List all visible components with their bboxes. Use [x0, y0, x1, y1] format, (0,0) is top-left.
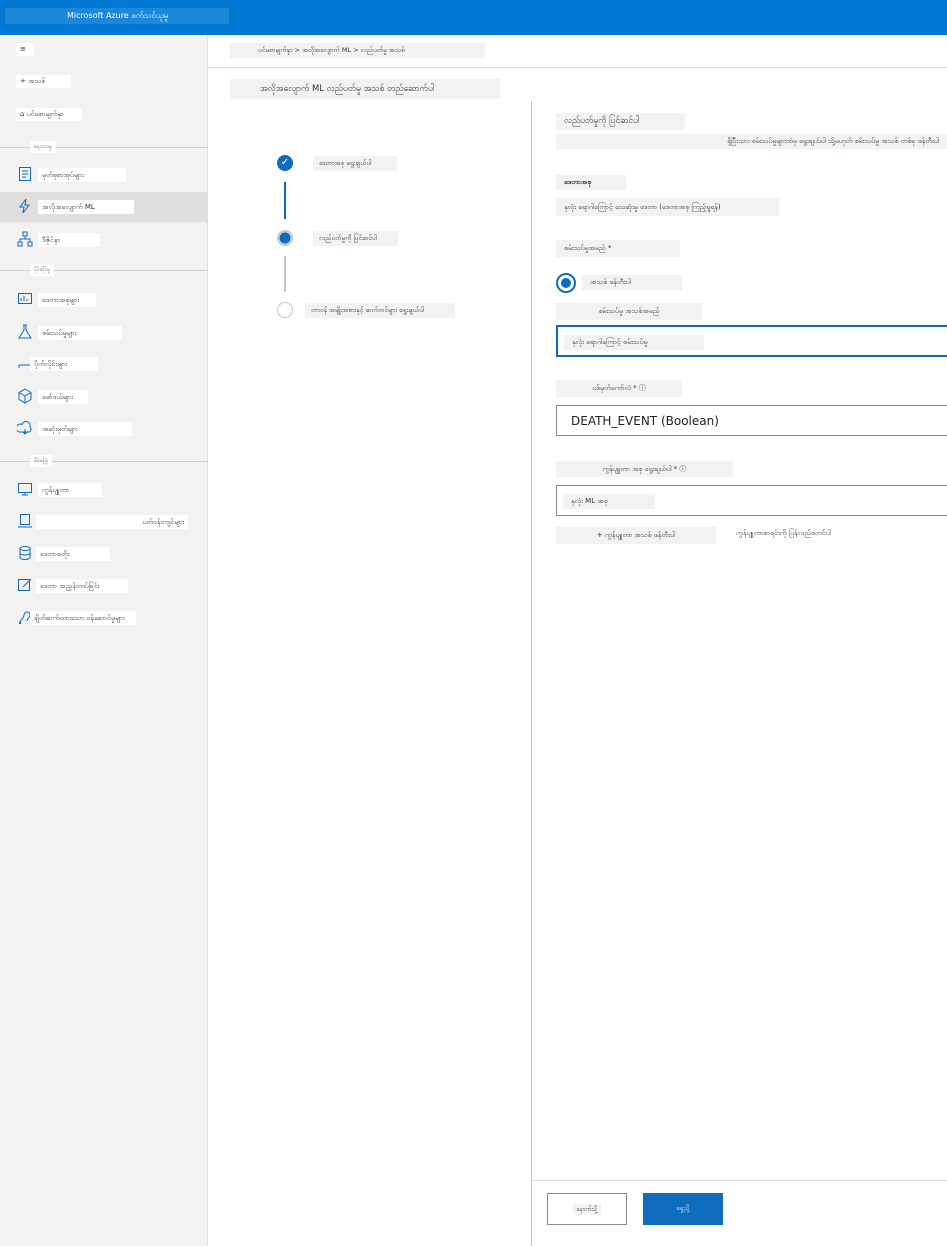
step-2-label[interactable]: လည်ပတ်မှုကို ပြင်ဆင်ပါ: [313, 231, 398, 246]
section-author: ရေးသားမှု: [0, 141, 207, 153]
footer-divider: [532, 1180, 947, 1181]
sidebar-item-label: ဒေတာစတိုး: [36, 547, 110, 561]
sidebar-item-designer[interactable]: ဒီဇိုင်နာ: [0, 225, 207, 255]
create-compute-link[interactable]: + ကွန်ပျူတာ အသစ် ဖန်တီးပါ: [556, 527, 716, 544]
next-button[interactable]: ရှေ့သို့: [643, 1193, 723, 1225]
dataset-link[interactable]: နှလုံး ရောဂါကြောင့် သေဆုံးမှု ဒေတာ (ဒေတာ…: [556, 198, 779, 216]
sidebar-item-label: ဒီဇိုင်နာ: [38, 233, 100, 247]
compute-cluster-label: ကွန်ပျူတာ အစု ရွေးချယ်ပါ * ⓘ: [556, 461, 733, 477]
designer-hierarchy-icon: [16, 231, 34, 249]
step-3-label[interactable]: တာဝန် အမျိုးအစားနှင့် ဆက်တင်များ ရွေးချယ…: [305, 303, 455, 318]
sidebar-item-label: အဆုံးမှတ်များ: [38, 422, 132, 436]
sidebar-item-label: ဒေတာအစုများ: [38, 293, 96, 307]
sidebar-item-label: ချိတ်ဆက်ထားသော ဝန်ဆောင်မှုများ: [30, 611, 136, 625]
sidebar-item-label: မော်ဒယ်များ: [38, 390, 88, 404]
sidebar: ≡ + အသစ် ⌂ ပင်မစာမျက်နှာ ရေးသားမှု မှတ်စ…: [0, 35, 208, 1246]
page-title: အလိုအလျောက် ML လည်ပတ်မှု အသစ် တည်ဆောက်ပါ: [230, 79, 500, 99]
sidebar-item-label: ဒေတာ အညွှန်းတပ်ခြင်း: [36, 579, 128, 593]
datasets-icon: [16, 291, 34, 309]
experiment-name-label: စမ်းသပ်မှုအမည် *: [556, 240, 680, 257]
sidebar-item-compute[interactable]: ကွန်ပျူတာ: [0, 475, 207, 505]
back-button[interactable]: နောက်သို့: [547, 1193, 627, 1225]
form-heading: လည်ပတ်မှုကို ပြင်ဆင်ပါ: [556, 113, 685, 130]
refresh-compute-link[interactable]: ကွန်ပျူတာစာရင်းကို ပြန်လည်စတင်ပါ: [728, 525, 862, 542]
compute-cluster-value: နှလုံး ML အစု: [563, 494, 655, 509]
experiment-name-input[interactable]: နှလုံး ရောဂါကြောင့် စမ်းသပ်မှု: [556, 325, 947, 357]
step-1-label[interactable]: ဒေတာအစု ရွေးချယ်ပါ: [313, 156, 397, 171]
form-description: ရှိပြီးသား စမ်းသပ်မှုများထဲမှ ရွေးချယ်ပါ…: [556, 134, 947, 149]
breadcrumb[interactable]: ပင်မစာမျက်နှာ > အလိုအလျောက် ML > လည်ပတ်မ…: [230, 43, 485, 58]
compute-cluster-dropdown[interactable]: နှလုံး ML အစု: [556, 485, 947, 516]
panel-divider: [531, 101, 532, 1246]
hamburger-menu-button[interactable]: ≡: [16, 43, 34, 56]
sidebar-item-automl[interactable]: အလိုအလျောက် ML: [0, 192, 207, 222]
sidebar-item-label: စမ်းသပ်မှုများ: [38, 326, 122, 340]
top-bar: Microsoft Azure စက်သင်ယူမှု: [0, 0, 947, 35]
sidebar-item-datasets[interactable]: ဒေတာအစုများ: [0, 285, 207, 315]
step-pending-indicator: [277, 302, 293, 318]
labeling-edit-icon: [16, 577, 34, 595]
notebook-icon: [16, 166, 34, 184]
experiment-name-value: နှလုံး ရောဂါကြောင့် စမ်းသပ်မှု: [564, 335, 704, 350]
sidebar-item-label: မှတ်စုစာအုပ်များ: [38, 168, 126, 182]
sidebar-item-data-labeling[interactable]: ဒေတာ အညွှန်းတပ်ခြင်း: [0, 571, 207, 601]
create-new-radio[interactable]: [556, 273, 576, 293]
sidebar-item-endpoints[interactable]: အဆုံးမှတ်များ: [0, 414, 207, 444]
sidebar-item-label: ပိုက်လိုင်းများ: [30, 357, 98, 371]
dataset-label: ဒေတာအစု: [556, 175, 626, 190]
step-connector: [284, 256, 286, 292]
step-current-indicator: [277, 230, 293, 246]
sidebar-item-models[interactable]: မော်ဒယ်များ: [0, 382, 207, 412]
endpoints-icon: [15, 420, 34, 438]
new-experiment-name-label: စမ်းသပ်မှု အသစ်အမည်: [556, 303, 702, 320]
section-manage: စီမံခန့်ခွဲ: [0, 455, 207, 467]
sidebar-item-notebooks[interactable]: မှတ်စုစာအုပ်များ: [0, 160, 207, 190]
step-done-check-icon: ✓: [277, 155, 293, 171]
environments-icon: [16, 513, 34, 531]
compute-monitor-icon: [16, 481, 34, 499]
new-button[interactable]: + အသစ်: [16, 75, 71, 88]
sidebar-item-linked-services[interactable]: ချိတ်ဆက်ထားသော ဝန်ဆောင်မှုများ: [0, 603, 207, 633]
back-button-label: နောက်သို့: [572, 1204, 602, 1215]
sidebar-item-datastores[interactable]: ဒေတာစတိုး: [0, 539, 207, 569]
sidebar-item-pipelines[interactable]: ပိုက်လိုင်းများ: [0, 349, 207, 379]
section-assets: ပိုင်ဆိုင်မှု: [0, 264, 207, 276]
home-link[interactable]: ⌂ ပင်မစာမျက်နှာ: [16, 108, 82, 121]
automl-lightning-icon: [16, 198, 34, 216]
app-title[interactable]: Microsoft Azure စက်သင်ယူမှု: [5, 8, 229, 24]
datastore-icon: [16, 545, 34, 563]
target-column-value: DEATH_EVENT (Boolean): [571, 414, 719, 428]
experiments-flask-icon: [16, 324, 34, 342]
target-column-dropdown[interactable]: DEATH_EVENT (Boolean): [556, 405, 947, 436]
sidebar-item-experiments[interactable]: စမ်းသပ်မှုများ: [0, 318, 207, 348]
create-new-radio-label: အသစ် ဖန်တီးပါ: [582, 275, 682, 290]
target-column-label: ပစ်မှတ်ကော်လံ * ⓘ: [556, 380, 682, 397]
step-connector: [284, 182, 286, 219]
sidebar-item-environments[interactable]: ပတ်ဝန်းကျင်များ: [0, 507, 207, 537]
sidebar-item-label: ပတ်ဝန်းကျင်များ: [36, 515, 188, 529]
models-cube-icon: [16, 388, 34, 406]
header-divider: [208, 67, 947, 68]
sidebar-item-label: ကွန်ပျူတာ: [38, 483, 102, 497]
sidebar-item-label: အလိုအလျောက် ML: [38, 200, 134, 214]
